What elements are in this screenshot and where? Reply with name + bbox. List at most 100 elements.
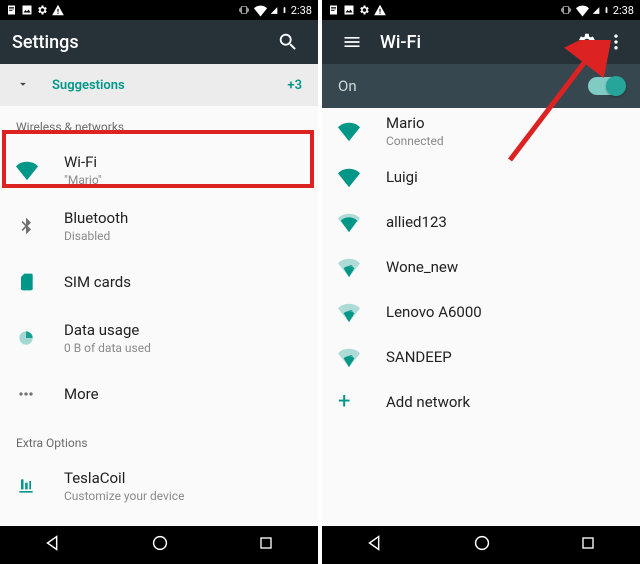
sim-title: SIM cards xyxy=(64,273,302,291)
data-usage-icon xyxy=(16,328,36,348)
warning-icon xyxy=(373,3,387,17)
suggestions-label: Suggestions xyxy=(52,78,287,93)
network-item-sandeep[interactable]: SANDEEP xyxy=(322,334,640,379)
network-item-wone[interactable]: Wone_new xyxy=(322,244,640,289)
network-status: Connected xyxy=(386,134,624,148)
home-icon xyxy=(149,532,171,554)
wifi-state-label: On xyxy=(338,77,357,95)
wifi-title: Wi-Fi xyxy=(64,153,302,171)
gear-icon xyxy=(358,4,370,16)
network-name: Luigi xyxy=(386,168,624,186)
menu-button[interactable] xyxy=(334,24,370,60)
bluetooth-icon xyxy=(16,216,36,236)
settings-button[interactable] xyxy=(568,24,604,60)
teslacoil-item[interactable]: TeslaCoil Customize your device xyxy=(0,458,318,514)
nav-back-button[interactable] xyxy=(42,532,64,558)
battery-icon xyxy=(603,4,610,16)
status-time: 2:38 xyxy=(613,4,634,17)
status-bar: 2:38 xyxy=(322,0,640,20)
signal-icon xyxy=(592,5,600,16)
wifi-signal-lock-icon xyxy=(338,166,360,188)
nav-recent-button[interactable] xyxy=(578,533,598,557)
page-title: Settings xyxy=(12,32,270,53)
back-icon xyxy=(364,532,386,554)
network-name: SANDEEP xyxy=(386,348,624,366)
wifi-toggle-bar: On xyxy=(322,64,640,108)
wifi-status-icon xyxy=(576,4,589,17)
section-extra: Extra Options xyxy=(0,422,318,458)
wifi-icon xyxy=(16,159,38,181)
dots-vertical-icon xyxy=(606,32,626,52)
network-item-allied123[interactable]: allied123 xyxy=(322,199,640,244)
bluetooth-title: Bluetooth xyxy=(64,209,302,227)
overflow-button[interactable] xyxy=(604,24,628,60)
network-name: allied123 xyxy=(386,213,624,231)
picture-icon xyxy=(343,4,355,16)
search-icon xyxy=(277,31,299,53)
picture-icon xyxy=(21,4,33,16)
gear-icon xyxy=(36,4,48,16)
warning-icon xyxy=(51,3,65,17)
signal-icon xyxy=(270,5,278,16)
more-title: More xyxy=(64,385,302,403)
gear-icon xyxy=(575,31,597,53)
search-button[interactable] xyxy=(270,24,306,60)
nav-recent-button[interactable] xyxy=(256,533,276,557)
battery-icon xyxy=(281,4,288,16)
more-icon xyxy=(16,384,36,404)
status-time: 2:38 xyxy=(291,4,312,17)
home-icon xyxy=(471,532,493,554)
settings-screen: 2:38 Settings Suggestions +3 Wireless & … xyxy=(0,0,318,564)
more-item[interactable]: More xyxy=(0,366,318,422)
recent-icon xyxy=(578,533,598,553)
wifi-subtitle: "Mario" xyxy=(64,173,302,187)
page-title: Wi-Fi xyxy=(380,32,568,53)
status-bar: 2:38 xyxy=(0,0,318,20)
wifi-toggle[interactable] xyxy=(588,77,624,95)
data-usage-title: Data usage xyxy=(64,321,302,339)
wifi-signal-icon xyxy=(338,120,360,142)
wifi-screen: 2:38 Wi-Fi On Mario Connected Luigi xyxy=(322,0,640,564)
back-icon xyxy=(42,532,64,554)
app-bar: Settings xyxy=(0,20,318,64)
plus-icon: + xyxy=(338,391,350,413)
wifi-signal-lock-icon xyxy=(338,211,360,233)
network-name: Lenovo A6000 xyxy=(386,303,624,321)
suggestions-count: +3 xyxy=(287,78,302,93)
network-item-mario[interactable]: Mario Connected xyxy=(322,108,640,154)
nav-back-button[interactable] xyxy=(364,532,386,558)
page-icon xyxy=(328,4,340,16)
bluetooth-subtitle: Disabled xyxy=(64,229,302,243)
vibrate-icon xyxy=(559,4,573,16)
data-usage-subtitle: 0 B of data used xyxy=(64,341,302,355)
add-network-label: Add network xyxy=(386,393,624,411)
sim-icon xyxy=(16,272,36,292)
network-item-luigi[interactable]: Luigi xyxy=(322,154,640,199)
nav-bar xyxy=(322,526,640,564)
suggestions-row[interactable]: Suggestions +3 xyxy=(0,64,318,106)
add-network-item[interactable]: + Add network xyxy=(322,379,640,424)
nav-home-button[interactable] xyxy=(471,532,493,558)
wifi-signal-lock-icon xyxy=(338,301,360,323)
wifi-status-icon xyxy=(254,4,267,17)
app-bar: Wi-Fi xyxy=(322,20,640,64)
teslacoil-title: TeslaCoil xyxy=(64,469,302,487)
network-name: Wone_new xyxy=(386,258,624,276)
data-usage-item[interactable]: Data usage 0 B of data used xyxy=(0,310,318,366)
vibrate-icon xyxy=(237,4,251,16)
chevron-down-icon xyxy=(16,76,30,95)
menu-icon xyxy=(342,32,362,52)
nav-bar xyxy=(0,526,318,564)
recent-icon xyxy=(256,533,276,553)
nav-home-button[interactable] xyxy=(149,532,171,558)
network-name: Mario xyxy=(386,114,624,132)
bluetooth-item[interactable]: Bluetooth Disabled xyxy=(0,198,318,254)
network-item-lenovo[interactable]: Lenovo A6000 xyxy=(322,289,640,334)
teslacoil-icon xyxy=(16,476,36,496)
wifi-signal-lock-icon xyxy=(338,346,360,368)
wifi-signal-lock-icon xyxy=(338,256,360,278)
teslacoil-subtitle: Customize your device xyxy=(64,489,302,503)
section-wireless: Wireless & networks xyxy=(0,106,318,142)
wifi-item[interactable]: Wi-Fi "Mario" xyxy=(0,142,318,198)
sim-item[interactable]: SIM cards xyxy=(0,254,318,310)
